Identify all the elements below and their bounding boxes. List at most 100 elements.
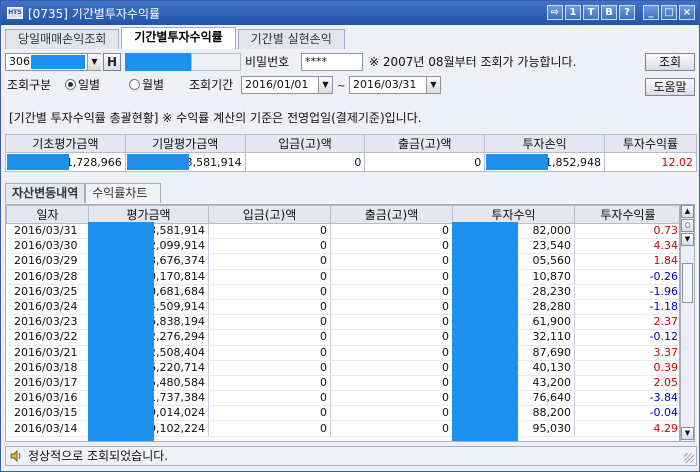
filter-row: 조회구분 일별 월별 조회기간 2016/01/01 ▼ ~ 2016/03/31… — [5, 76, 697, 96]
radio-monthly[interactable]: 월별 — [129, 76, 164, 94]
summary-header: 입금(고)액 — [244, 134, 366, 153]
cell-date: 2016/03/30 — [6, 238, 89, 255]
summary-end-value: 3,581,914 — [124, 152, 246, 172]
account-dropdown-icon[interactable]: ▼ — [87, 54, 101, 70]
cell-deposit: 0 — [208, 299, 331, 316]
radio-daily-icon — [65, 79, 76, 90]
minimize-icon[interactable]: _ — [643, 5, 659, 20]
export-icon[interactable]: ⇨ — [547, 5, 563, 20]
summary-return-rate: 12.02 — [604, 152, 697, 172]
scroll-bottom-icon[interactable]: ▼ — [681, 427, 694, 440]
restore-icon[interactable]: □ — [661, 5, 677, 20]
cell-date: 2016/03/15 — [6, 405, 89, 422]
tab-asset-change[interactable]: 자산변동내역 — [5, 183, 86, 203]
summary-start-text: 1,728,966 — [65, 155, 122, 169]
summary-profit-value: 1,852,948 — [484, 152, 605, 172]
end-date-value: 2016/03/31 — [353, 78, 417, 91]
start-date-value: 2016/01/01 — [245, 78, 309, 91]
cell-return: -1.18 — [574, 299, 679, 316]
masked-account-name — [125, 53, 191, 71]
cell-deposit: 0 — [208, 329, 331, 346]
scroll-thumb[interactable] — [682, 263, 693, 303]
main-window: HTS [0735] 기간별투자수익률 ⇨ 1 T B ? _ □ × 당일매매… — [0, 0, 700, 472]
summary-header: 기말평가금액 — [124, 134, 246, 153]
cell-deposit: 0 — [208, 253, 331, 270]
grid-scrollbar[interactable]: ▲ ○ ▼ ▼ — [680, 204, 695, 442]
cell-deposit: 0 — [208, 360, 331, 376]
summary-profit-text: 1,852,948 — [545, 155, 601, 169]
cell-withdraw: 0 — [330, 390, 453, 407]
b-button[interactable]: B — [601, 5, 617, 20]
account-row: 306 ▼ H 비밀번호 **** ※ 2007년 08월부터 조회가 가능합니… — [5, 53, 697, 73]
summary-header: 출금(고)액 — [364, 134, 486, 153]
radio-monthly-icon — [129, 79, 140, 90]
start-date-dropdown-icon[interactable]: ▼ — [318, 77, 332, 93]
cell-return: -3.84 — [574, 390, 679, 407]
h-button[interactable]: H — [103, 53, 121, 71]
password-field[interactable]: **** — [301, 53, 363, 71]
start-date-input[interactable]: 2016/01/01 ▼ — [241, 76, 333, 94]
grid-header-profit[interactable]: 투자수익 — [452, 205, 575, 224]
cell-deposit: 0 — [208, 314, 331, 331]
cell-return: 3.37 — [574, 345, 679, 361]
masked-value — [126, 154, 189, 170]
cell-withdraw: 0 — [330, 223, 453, 240]
masked-profit-column — [452, 222, 518, 441]
cell-withdraw: 0 — [330, 420, 453, 437]
t-button[interactable]: T — [583, 5, 599, 20]
tab-daily-trade-pl[interactable]: 당일매매손익조회 — [5, 29, 120, 49]
scroll-down-icon[interactable]: ▼ — [681, 233, 694, 246]
summary-note: [기간별 투자수익률 총괄현황] ※ 수익률 계산의 기준은 전영업일(결제기준… — [9, 111, 422, 125]
grid-header-date[interactable]: 일자 — [6, 205, 89, 224]
title-bar: HTS [0735] 기간별투자수익률 ⇨ 1 T B ? _ □ × — [1, 1, 699, 25]
masked-value — [7, 154, 69, 170]
tab-period-return[interactable]: 기간별투자수익률 — [121, 27, 236, 49]
query-type-label: 조회구분 — [7, 78, 52, 92]
scroll-up-icon[interactable]: ○ — [681, 219, 694, 232]
cell-date: 2016/03/14 — [6, 420, 89, 437]
end-date-input[interactable]: 2016/03/31 ▼ — [349, 76, 441, 94]
asset-grid: 일자 평가금액 입금(고)액 출금(고)액 투자수익 투자수익률 2016/03… — [5, 204, 680, 442]
cell-date: 2016/03/29 — [6, 253, 89, 270]
cell-return: 0.39 — [574, 360, 679, 376]
help-button[interactable]: 도움말 — [645, 78, 695, 96]
grid-header-return[interactable]: 투자수익률 — [574, 205, 679, 224]
cell-date: 2016/03/31 — [6, 223, 89, 240]
scroll-top-icon[interactable]: ▲ — [681, 205, 694, 218]
cell-date: 2016/03/25 — [6, 284, 89, 300]
cell-withdraw: 0 — [330, 299, 453, 316]
cell-deposit: 0 — [208, 405, 331, 422]
query-button[interactable]: 조회 — [645, 53, 695, 71]
summary-deposit: 0 — [244, 152, 366, 172]
cell-deposit: 0 — [208, 375, 331, 392]
summary-start-value: 1,728,966 — [5, 152, 126, 172]
grid-header-withdraw[interactable]: 출금(고)액 — [330, 205, 453, 224]
end-date-dropdown-icon[interactable]: ▼ — [426, 77, 440, 93]
cell-date: 2016/03/16 — [6, 390, 89, 407]
cell-return: 4.29 — [574, 420, 679, 437]
cell-date: 2016/03/28 — [6, 269, 89, 285]
close-icon[interactable]: × — [679, 5, 695, 20]
radio-daily-label: 일별 — [78, 78, 101, 92]
tab-return-chart[interactable]: 수익률차트 — [85, 183, 162, 203]
cell-withdraw: 0 — [330, 345, 453, 361]
radio-daily[interactable]: 일별 — [65, 76, 100, 94]
cell-date: 2016/03/21 — [6, 345, 89, 361]
help-icon[interactable]: ? — [619, 5, 635, 20]
tab-period-realized-pl[interactable]: 기간별 실현손익 — [237, 29, 345, 49]
grid-header-deposit[interactable]: 입금(고)액 — [208, 205, 331, 224]
cell-withdraw: 0 — [330, 314, 453, 331]
summary-withdraw: 0 — [364, 152, 486, 172]
summary-table: 기초평가금액 기말평가금액 입금(고)액 출금(고)액 투자손익 투자수익률 1… — [5, 134, 697, 172]
resize-grip-icon[interactable] — [684, 453, 694, 463]
cell-date: 2016/03/17 — [6, 375, 89, 392]
cell-return: -1.96 — [574, 284, 679, 300]
info-icon[interactable]: 1 — [565, 5, 581, 20]
period-label: 조회기간 — [189, 78, 234, 92]
summary-header: 기초평가금액 — [5, 134, 126, 153]
summary-header: 투자수익률 — [604, 134, 697, 153]
notice-text: ※ 2007년 08월부터 조회가 가능합니다. — [369, 55, 577, 69]
masked-account — [31, 55, 85, 69]
grid-header-valuation[interactable]: 평가금액 — [88, 205, 209, 224]
account-name-field — [191, 53, 241, 71]
